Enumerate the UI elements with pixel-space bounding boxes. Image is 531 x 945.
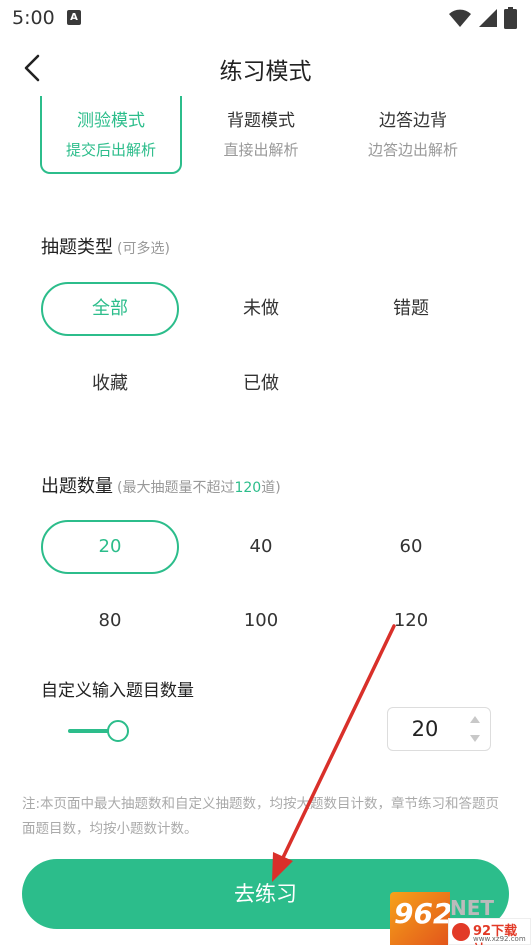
count-hint-max: 120 [234, 480, 262, 496]
type-option-undone[interactable]: 未做 [192, 282, 330, 336]
mode-name: 背题模式 [227, 111, 295, 131]
count-option-80[interactable]: 80 [41, 594, 179, 648]
count-hint-before: (最大抽题量不超过 [117, 480, 235, 496]
count-section-title: 出题数量 (最大抽题量不超过120道) [41, 472, 281, 498]
watermark-badge: 962 [390, 892, 450, 945]
battery-icon [504, 7, 517, 29]
toggle-thumb[interactable] [107, 720, 129, 742]
mode-name: 测验模式 [77, 111, 145, 131]
type-option-all[interactable]: 全部 [41, 282, 179, 336]
mode-quiz[interactable]: 测验模式 提交后出解析 [40, 96, 182, 174]
page-title: 练习模式 [219, 59, 312, 85]
stepper-up-button[interactable] [464, 712, 486, 728]
mode-name: 边答边背 [379, 111, 447, 131]
nav-bar: 练习模式 [0, 40, 531, 96]
type-option-done[interactable]: 已做 [192, 357, 330, 411]
type-section-title: 抽题类型 (可多选) [41, 233, 170, 259]
count-hint-after: 道) [261, 480, 281, 496]
mode-recite[interactable]: 背题模式 直接出解析 [190, 96, 332, 174]
type-hint: (可多选) [117, 241, 170, 257]
count-option-120[interactable]: 120 [342, 594, 480, 648]
watermark-logo-icon [452, 923, 470, 941]
mode-selector: 测验模式 提交后出解析 背题模式 直接出解析 边答边背 边答边出解析 [40, 96, 495, 178]
count-title-text: 出题数量 [41, 476, 113, 497]
triangle-down-icon [470, 735, 480, 742]
notification-icon: A [67, 10, 81, 25]
mode-desc: 直接出解析 [223, 141, 299, 159]
count-hint: (最大抽题量不超过120道) [117, 480, 281, 496]
watermark-logo: 962 NET 92下载站 www.xz92.com [390, 892, 531, 945]
status-time: 5:00 [12, 7, 55, 29]
watermark-numbers: 962 [394, 897, 450, 930]
status-bar: 5:00 A [0, 0, 531, 36]
signal-icon [479, 9, 497, 27]
quantity-stepper[interactable]: 20 [387, 707, 491, 751]
custom-count-label: 自定义输入题目数量 [41, 681, 194, 701]
count-option-40[interactable]: 40 [192, 520, 330, 574]
watermark-brand-box: 92下载站 www.xz92.com [448, 918, 531, 945]
watermark-url: www.xz92.com [473, 935, 526, 943]
footnote: 注:本页面中最大抽题数和自定义抽题数，均按大题数目计数，章节练习和答题页面题目数… [22, 796, 500, 837]
wifi-icon [449, 9, 471, 27]
mode-desc: 提交后出解析 [65, 141, 156, 159]
triangle-up-icon [470, 716, 480, 723]
custom-count-toggle[interactable] [66, 716, 136, 746]
type-option-favorites[interactable]: 收藏 [41, 357, 179, 411]
count-option-100[interactable]: 100 [192, 594, 330, 648]
stepper-down-button[interactable] [464, 730, 486, 746]
stepper-value[interactable]: 20 [388, 708, 462, 750]
count-option-20[interactable]: 20 [41, 520, 179, 574]
type-option-wrong[interactable]: 错题 [342, 282, 480, 336]
mode-answer-recite[interactable]: 边答边背 边答边出解析 [342, 96, 484, 174]
type-title-text: 抽题类型 [41, 237, 113, 258]
mode-desc: 边答边出解析 [367, 141, 458, 159]
count-option-60[interactable]: 60 [342, 520, 480, 574]
watermark-net: NET [450, 896, 495, 920]
